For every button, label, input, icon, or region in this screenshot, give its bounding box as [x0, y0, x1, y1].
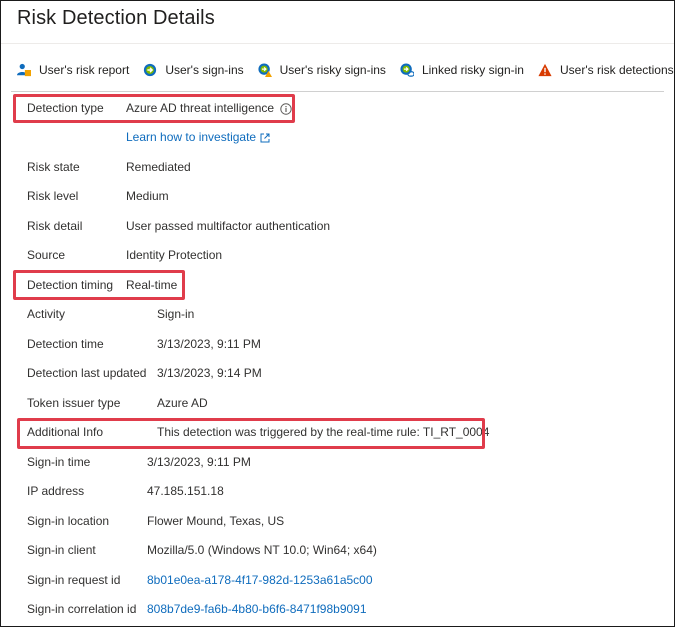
detection-type-value: Azure AD threat intelligence: [126, 101, 292, 115]
detail-row-detection-time: Detection time 3/13/2023, 9:11 PM: [27, 334, 261, 354]
learn-how-to-investigate-link[interactable]: Learn how to investigate: [126, 130, 270, 144]
users-risk-detections-button[interactable]: User's risk detections: [538, 63, 674, 77]
users-risk-report-button[interactable]: User's risk report: [17, 63, 129, 77]
users-risky-sign-ins-button[interactable]: User's risky sign-ins: [258, 63, 386, 77]
detail-row-additional-info: Additional Info This detection was trigg…: [27, 422, 489, 442]
detail-row-token-issuer-type: Token issuer type Azure AD: [27, 393, 208, 413]
additional-info-label: Additional Info: [27, 425, 104, 439]
detection-last-updated-label: Detection last updated: [27, 366, 147, 380]
detail-row-risk-state: Risk state Remediated: [27, 157, 191, 177]
risk-level-value: Medium: [126, 189, 169, 203]
token-issuer-type-value: Azure AD: [157, 396, 208, 410]
activity-label: Activity: [27, 307, 66, 321]
ip-address-value: 47.185.151.18: [147, 484, 224, 498]
sign-in-time-label: Sign-in time: [27, 455, 91, 469]
detection-timing-label: Detection timing: [27, 278, 114, 292]
toolbar: User's risk report User's sign-ins User'…: [17, 63, 674, 77]
linked-risky-sign-in-label: Linked risky sign-in: [421, 63, 524, 77]
detail-row-sign-in-location: Sign-in location Flower Mound, Texas, US: [27, 511, 284, 531]
risk-detection-panel: Risk Detection Details User's risk repor…: [0, 0, 675, 627]
detection-type-label: Detection type: [27, 101, 104, 115]
risk-level-label: Risk level: [27, 189, 79, 203]
sign-in-location-label: Sign-in location: [27, 514, 110, 528]
sign-in-correlation-id-link[interactable]: 808b7de9-fa6b-4b80-b6f6-8471f98b9091: [147, 602, 367, 616]
sign-in-icon: [144, 63, 157, 77]
title-divider: [1, 43, 674, 44]
page-title: Risk Detection Details: [17, 7, 215, 29]
users-sign-ins-button[interactable]: User's sign-ins: [143, 63, 244, 77]
activity-value: Sign-in: [157, 307, 195, 321]
risk-detail-value: User passed multifactor authentication: [126, 219, 331, 233]
sign-in-location-value: Flower Mound, Texas, US: [147, 514, 285, 528]
ip-address-label: IP address: [27, 484, 85, 498]
detection-last-updated-value: 3/13/2023, 9:14 PM: [157, 366, 262, 380]
users-risk-detections-label: User's risk detections: [559, 63, 674, 77]
sign-in-correlation-id-label: Sign-in correlation id: [27, 602, 137, 616]
risk-state-value: Remediated: [126, 160, 191, 174]
risky-sign-in-icon: [258, 63, 272, 77]
external-link-icon: [260, 133, 270, 143]
user-report-icon: [17, 63, 31, 77]
linked-sign-in-icon: [400, 63, 414, 77]
detection-type-text: Azure AD threat intelligence: [126, 101, 275, 115]
detection-timing-value: Real-time: [126, 278, 178, 292]
detail-row-detection-type: Detection type Azure AD threat intellige…: [27, 98, 292, 118]
info-icon[interactable]: [280, 103, 292, 115]
detection-time-value: 3/13/2023, 9:11 PM: [157, 337, 261, 351]
detail-row-risk-detail: Risk detail User passed multifactor auth…: [27, 216, 330, 236]
detail-row-sign-in-time: Sign-in time 3/13/2023, 9:11 PM: [27, 452, 251, 472]
risk-detail-label: Risk detail: [27, 219, 83, 233]
users-risky-sign-ins-label: User's risky sign-ins: [279, 63, 386, 77]
detail-row-detection-last-updated: Detection last updated 3/13/2023, 9:14 P…: [27, 363, 262, 383]
additional-info-value: This detection was triggered by the real…: [157, 425, 490, 439]
detail-row-detection-timing: Detection timing Real-time: [27, 275, 177, 295]
toolbar-divider: [11, 91, 664, 92]
sign-in-time-value: 3/13/2023, 9:11 PM: [147, 455, 251, 469]
detail-row-sign-in-correlation-id: Sign-in correlation id 808b7de9-fa6b-4b8…: [27, 599, 367, 619]
source-value: Identity Protection: [126, 248, 223, 262]
sign-in-request-id-link[interactable]: 8b01e0ea-a178-4f17-982d-1253a61a5c00: [147, 573, 373, 587]
source-label: Source: [27, 248, 66, 262]
warning-icon: [538, 63, 552, 77]
detail-row-sign-in-client: Sign-in client Mozilla/5.0 (Windows NT 1…: [27, 540, 377, 560]
token-issuer-type-label: Token issuer type: [27, 396, 121, 410]
sign-in-client-label: Sign-in client: [27, 543, 96, 557]
detail-row-source: Source Identity Protection: [27, 245, 222, 265]
detection-time-label: Detection time: [27, 337, 104, 351]
learn-link-text: Learn how to investigate: [126, 130, 257, 144]
sign-in-client-value: Mozilla/5.0 (Windows NT 10.0; Win64; x64…: [147, 543, 377, 557]
users-sign-ins-label: User's sign-ins: [165, 63, 244, 77]
risk-state-label: Risk state: [27, 160, 80, 174]
sign-in-request-id-label: Sign-in request id: [27, 573, 121, 587]
linked-risky-sign-in-button[interactable]: Linked risky sign-in: [400, 63, 524, 77]
users-risk-report-label: User's risk report: [39, 63, 130, 77]
detail-row-ip-address: IP address 47.185.151.18: [27, 481, 224, 501]
detail-row-activity: Activity Sign-in: [27, 304, 194, 324]
detail-row-risk-level: Risk level Medium: [27, 186, 169, 206]
detail-row-sign-in-request-id: Sign-in request id 8b01e0ea-a178-4f17-98…: [27, 570, 373, 590]
